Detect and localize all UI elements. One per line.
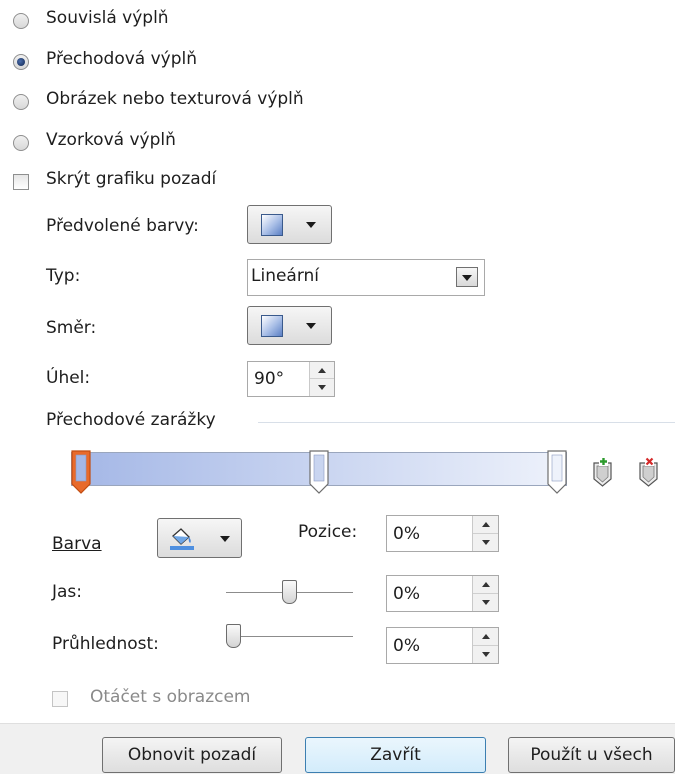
section-divider bbox=[258, 422, 675, 423]
angle-label: Úhel: bbox=[46, 368, 91, 388]
chevron-down-icon bbox=[220, 536, 230, 542]
gradient-stop[interactable] bbox=[71, 450, 91, 494]
angle-spinner[interactable] bbox=[309, 362, 334, 396]
close-button[interactable]: Zavřít bbox=[305, 737, 486, 773]
radio-gradient-fill[interactable] bbox=[13, 54, 29, 70]
position-spinner[interactable] bbox=[472, 516, 498, 551]
type-dropdown-button[interactable] bbox=[456, 267, 478, 287]
direction-label: Směr: bbox=[46, 318, 97, 338]
radio-solid-fill-label: Souvislá výplň bbox=[46, 8, 169, 28]
reset-background-button[interactable]: Obnovit pozadí bbox=[102, 737, 282, 773]
spin-up-icon[interactable] bbox=[473, 576, 498, 594]
type-select-value: Lineární bbox=[251, 266, 320, 286]
position-value: 0% bbox=[393, 523, 420, 544]
angle-value: 90° bbox=[254, 369, 285, 389]
spin-up-icon[interactable] bbox=[310, 362, 334, 379]
transparency-track[interactable] bbox=[226, 636, 353, 637]
transparency-value: 0% bbox=[393, 635, 420, 656]
spin-down-icon[interactable] bbox=[473, 646, 498, 664]
transparency-label: Průhlednost: bbox=[52, 634, 159, 654]
gradient-stop[interactable] bbox=[547, 450, 567, 494]
hide-background-label: Skrýt grafiku pozadí bbox=[46, 169, 217, 189]
preset-colors-dropdown[interactable] bbox=[247, 205, 332, 244]
brightness-thumb[interactable] bbox=[282, 580, 297, 604]
spin-down-icon[interactable] bbox=[473, 534, 498, 552]
gradient-swatch-icon bbox=[261, 214, 283, 236]
position-label: Pozice: bbox=[298, 522, 358, 542]
chevron-down-icon bbox=[462, 275, 472, 281]
transparency-spinner[interactable] bbox=[472, 628, 498, 663]
type-select[interactable]: Lineární bbox=[247, 259, 485, 296]
spin-up-icon[interactable] bbox=[473, 516, 498, 534]
radio-picture-fill-label: Obrázek nebo texturová výplň bbox=[46, 89, 304, 109]
gradient-swatch-icon bbox=[261, 315, 283, 337]
brightness-input[interactable]: 0% bbox=[386, 575, 499, 612]
spin-up-icon[interactable] bbox=[473, 628, 498, 646]
transparency-input[interactable]: 0% bbox=[386, 627, 499, 664]
chevron-down-icon bbox=[306, 222, 316, 228]
brightness-value: 0% bbox=[393, 583, 420, 604]
color-dropdown[interactable] bbox=[157, 518, 242, 558]
chevron-down-icon bbox=[306, 323, 316, 329]
radio-gradient-fill-label: Přechodová výplň bbox=[46, 49, 198, 69]
rotate-with-shape-checkbox[interactable] bbox=[52, 691, 68, 707]
add-stop-icon[interactable] bbox=[591, 457, 614, 487]
spin-down-icon[interactable] bbox=[310, 379, 334, 396]
rotate-with-shape-label: Otáčet s obrazcem bbox=[90, 687, 251, 707]
gradient-stops-title: Přechodové zarážky bbox=[46, 410, 216, 430]
position-input[interactable]: 0% bbox=[386, 515, 499, 552]
apply-to-all-button[interactable]: Použít u všech bbox=[508, 737, 675, 773]
remove-stop-icon[interactable] bbox=[637, 457, 660, 487]
preset-colors-label: Předvolené barvy: bbox=[46, 216, 199, 236]
radio-solid-fill[interactable] bbox=[13, 13, 29, 29]
type-label: Typ: bbox=[46, 266, 81, 286]
transparency-thumb[interactable] bbox=[226, 624, 241, 648]
direction-dropdown[interactable] bbox=[247, 306, 332, 345]
paint-bucket-icon bbox=[169, 527, 195, 551]
angle-input[interactable]: 90° bbox=[247, 361, 335, 397]
brightness-label: Jas: bbox=[52, 582, 83, 602]
radio-pattern-fill-label: Vzorková výplň bbox=[46, 130, 176, 150]
radio-pattern-fill[interactable] bbox=[13, 135, 29, 151]
brightness-spinner[interactable] bbox=[472, 576, 498, 611]
radio-picture-fill[interactable] bbox=[13, 94, 29, 110]
color-label: Barva bbox=[52, 534, 102, 554]
spin-down-icon[interactable] bbox=[473, 594, 498, 612]
gradient-stop[interactable] bbox=[309, 450, 329, 494]
hide-background-checkbox[interactable] bbox=[13, 174, 29, 190]
